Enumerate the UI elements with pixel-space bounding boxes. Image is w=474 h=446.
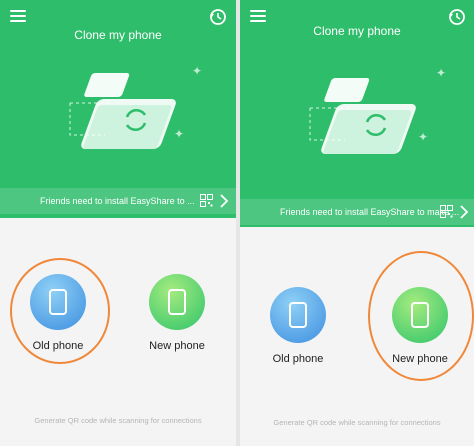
phone-icon — [49, 289, 67, 315]
old-phone-label: Old phone — [32, 340, 84, 352]
banner-text: Friends need to install EasyShare to ... — [40, 196, 195, 206]
menu-icon[interactable] — [250, 10, 266, 24]
body-area: Old phone New phone Generate QR code whi… — [0, 218, 236, 446]
body-area: Old phone New phone Generate QR code whi… — [240, 227, 474, 446]
sparkle-icon: ✦ — [192, 64, 203, 78]
chevron-right-icon[interactable] — [459, 205, 469, 219]
phone-icon — [289, 302, 307, 328]
new-phone-label: New phone — [149, 340, 205, 352]
phone-icon — [168, 289, 186, 315]
banner-text: Friends need to install EasyShare to mak… — [280, 207, 460, 217]
clone-illustration — [309, 78, 416, 154]
install-banner[interactable]: Friends need to install EasyShare to ... — [0, 188, 236, 214]
menu-icon[interactable] — [10, 10, 26, 24]
new-phone-button[interactable]: New phone — [382, 287, 458, 365]
sparkle-icon: ✦ — [174, 127, 185, 141]
footer-text: Generate QR code while scanning for conn… — [34, 416, 202, 425]
right-screenshot-panel: Clone my phone ✦ ✦ Friends need to insta… — [240, 0, 474, 446]
footer-text: Generate QR code while scanning for conn… — [273, 418, 441, 427]
old-phone-circle[interactable] — [30, 274, 86, 330]
old-phone-button[interactable]: Old phone — [20, 274, 96, 352]
old-phone-button[interactable]: Old phone — [260, 287, 336, 365]
old-phone-label: Old phone — [272, 353, 324, 365]
old-phone-circle[interactable] — [270, 287, 326, 343]
chevron-right-icon[interactable] — [219, 194, 229, 208]
page-title: Clone my phone — [74, 28, 162, 42]
sparkle-icon: ✦ — [418, 130, 429, 144]
install-banner[interactable]: Friends need to install EasyShare to mak… — [240, 199, 474, 225]
header: Clone my phone ✦ ✦ Friends need to insta… — [240, 0, 474, 227]
header: Clone my phone ✦ ✦ Friends need to insta… — [0, 0, 236, 218]
new-phone-circle[interactable] — [392, 287, 448, 343]
qr-code-icon[interactable] — [200, 194, 213, 207]
sparkle-icon: ✦ — [436, 66, 447, 80]
left-screenshot-panel: Clone my phone ✦ ✦ Friends need to insta… — [0, 0, 236, 446]
phone-icon — [411, 302, 429, 328]
page-title: Clone my phone — [313, 24, 401, 38]
new-phone-label: New phone — [392, 353, 448, 365]
history-icon[interactable] — [209, 8, 227, 26]
clone-illustration — [69, 73, 176, 149]
new-phone-circle[interactable] — [149, 274, 205, 330]
qr-code-icon[interactable] — [440, 205, 453, 218]
new-phone-button[interactable]: New phone — [139, 274, 215, 352]
